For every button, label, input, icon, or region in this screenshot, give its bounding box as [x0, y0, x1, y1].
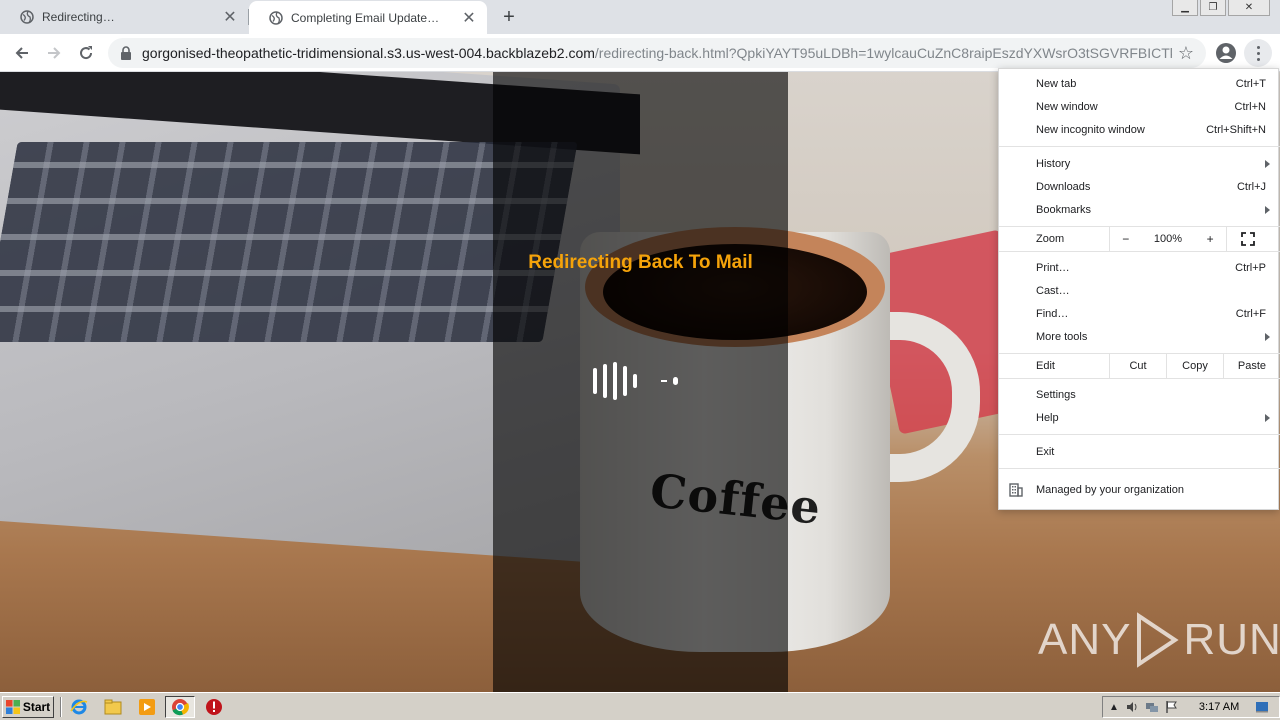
- copy-button[interactable]: Copy: [1166, 354, 1223, 378]
- zoom-level: 100%: [1153, 233, 1183, 245]
- start-button[interactable]: Start: [2, 696, 54, 718]
- back-button[interactable]: [10, 41, 34, 65]
- close-tab-icon[interactable]: ✕: [222, 9, 238, 26]
- start-label: Start: [22, 700, 51, 714]
- globe-icon: [20, 10, 34, 24]
- menu-item-bookmarks[interactable]: Bookmarks: [999, 198, 1280, 221]
- close-tab-icon[interactable]: ✕: [461, 10, 477, 27]
- menu-item-find[interactable]: Find… Ctrl+F: [999, 302, 1280, 325]
- tab-redirecting[interactable]: Redirecting… ✕: [0, 0, 248, 34]
- zoom-out-button[interactable]: −: [1122, 232, 1129, 246]
- lock-icon[interactable]: [120, 46, 132, 60]
- menu-item-exit[interactable]: Exit: [999, 440, 1280, 463]
- window-controls: ▁ ❐ ✕: [1172, 0, 1270, 16]
- reload-icon: [80, 46, 93, 60]
- watermark-text-right: RUN: [1183, 615, 1280, 664]
- menu-item-help[interactable]: Help: [999, 406, 1280, 429]
- menu-item-new-incognito-window[interactable]: New incognito window Ctrl+Shift+N: [999, 118, 1280, 141]
- page-title: Redirecting Back To Mail: [528, 252, 753, 273]
- address-bar[interactable]: gorgonised-theopathetic-tridimensional.s…: [108, 38, 1206, 68]
- new-tab-button[interactable]: +: [498, 6, 520, 28]
- tab-completing-email-update[interactable]: Completing Email Update… ✕: [249, 1, 487, 35]
- tab-title: Redirecting…: [42, 10, 115, 24]
- system-tray: ▲ 3:17 AM: [1102, 696, 1280, 718]
- menu-separator: [999, 146, 1280, 147]
- chrome-main-menu: New tab Ctrl+T New window Ctrl+N New incog…: [998, 68, 1280, 510]
- menu-item-downloads[interactable]: Downloads Ctrl+J: [999, 175, 1280, 198]
- menu-item-more-tools[interactable]: More tools: [999, 325, 1280, 348]
- menu-item-settings[interactable]: Settings: [999, 383, 1280, 406]
- reload-button[interactable]: [74, 41, 98, 65]
- windows-taskbar: Start ▲ 3:17 AM: [0, 692, 1280, 720]
- menu-separator: [999, 251, 1280, 252]
- redirect-overlay-panel: Redirecting Back To Mail: [493, 72, 788, 692]
- minimize-icon[interactable]: ▁: [1172, 0, 1198, 16]
- file-explorer-icon[interactable]: [104, 698, 122, 716]
- windows-logo-icon: [5, 700, 20, 714]
- cut-button[interactable]: Cut: [1109, 354, 1166, 378]
- zoom-in-button[interactable]: +: [1207, 232, 1214, 246]
- menu-row-zoom: Zoom − 100% +: [999, 227, 1280, 251]
- submenu-arrow-icon: [1265, 332, 1270, 341]
- menu-item-print[interactable]: Print… Ctrl+P: [999, 256, 1280, 279]
- profile-avatar-icon[interactable]: [1214, 41, 1238, 65]
- network-icon[interactable]: [1145, 700, 1159, 714]
- loading-spinner-icon: [593, 362, 678, 400]
- building-icon: [1009, 483, 1023, 497]
- zoom-label: Zoom: [1036, 233, 1065, 245]
- taskbar-separator: [60, 697, 62, 717]
- url-host: gorgonised-theopathetic-tridimensional.s…: [142, 45, 595, 61]
- menu-separator: [999, 468, 1280, 469]
- chrome-icon[interactable]: [171, 698, 189, 716]
- tab-strip: Redirecting… ✕ Completing Email Update… …: [0, 0, 1280, 35]
- menu-item-new-window[interactable]: New window Ctrl+N: [999, 95, 1280, 118]
- menu-separator: [999, 378, 1280, 379]
- url-text[interactable]: gorgonised-theopathetic-tridimensional.s…: [142, 45, 1172, 61]
- menu-item-managed-by-organization[interactable]: Managed by your organization: [999, 478, 1280, 501]
- background-keyboard: [0, 142, 578, 342]
- play-logo-icon: [1137, 612, 1180, 668]
- paste-button[interactable]: Paste: [1223, 354, 1280, 378]
- anyrun-watermark: ANY RUN: [1038, 612, 1280, 668]
- stop-warning-icon[interactable]: [205, 698, 223, 716]
- submenu-arrow-icon: [1265, 205, 1270, 214]
- fullscreen-icon[interactable]: [1241, 232, 1255, 246]
- action-center-flag-icon[interactable]: [1165, 700, 1179, 714]
- globe-icon: [269, 11, 283, 25]
- submenu-arrow-icon: [1265, 159, 1270, 168]
- zoom-controls: − 100% +: [1109, 227, 1227, 251]
- menu-item-new-tab[interactable]: New tab Ctrl+T: [999, 72, 1280, 95]
- edit-label: Edit: [1036, 360, 1055, 372]
- tab-title: Completing Email Update…: [291, 11, 440, 25]
- url-path: /redirecting-back.html?QpkiYAYT95uLDBh=1…: [594, 45, 1172, 61]
- menu-separator: [999, 434, 1280, 435]
- media-player-icon[interactable]: [138, 698, 156, 716]
- submenu-arrow-icon: [1265, 413, 1270, 422]
- menu-item-history[interactable]: History: [999, 152, 1280, 175]
- restore-icon[interactable]: ❐: [1200, 0, 1226, 16]
- taskbar-clock[interactable]: 3:17 AM: [1199, 701, 1239, 713]
- volume-icon[interactable]: [1125, 700, 1139, 714]
- menu-row-edit: Edit Cut Copy Paste: [999, 354, 1280, 378]
- watermark-text-left: ANY: [1038, 615, 1132, 664]
- arrow-right-icon: [48, 47, 61, 59]
- tray-expand-icon[interactable]: ▲: [1109, 702, 1119, 713]
- bookmark-star-icon[interactable]: ☆: [1178, 43, 1194, 64]
- chrome-menu-button[interactable]: [1244, 39, 1272, 67]
- forward-button[interactable]: [42, 41, 66, 65]
- internet-explorer-icon[interactable]: [70, 698, 88, 716]
- browser-toolbar: gorgonised-theopathetic-tridimensional.s…: [0, 34, 1280, 72]
- arrow-left-icon: [15, 47, 28, 59]
- menu-item-cast[interactable]: Cast…: [999, 279, 1280, 302]
- show-desktop-icon[interactable]: [1255, 700, 1269, 714]
- close-window-icon[interactable]: ✕: [1228, 0, 1270, 16]
